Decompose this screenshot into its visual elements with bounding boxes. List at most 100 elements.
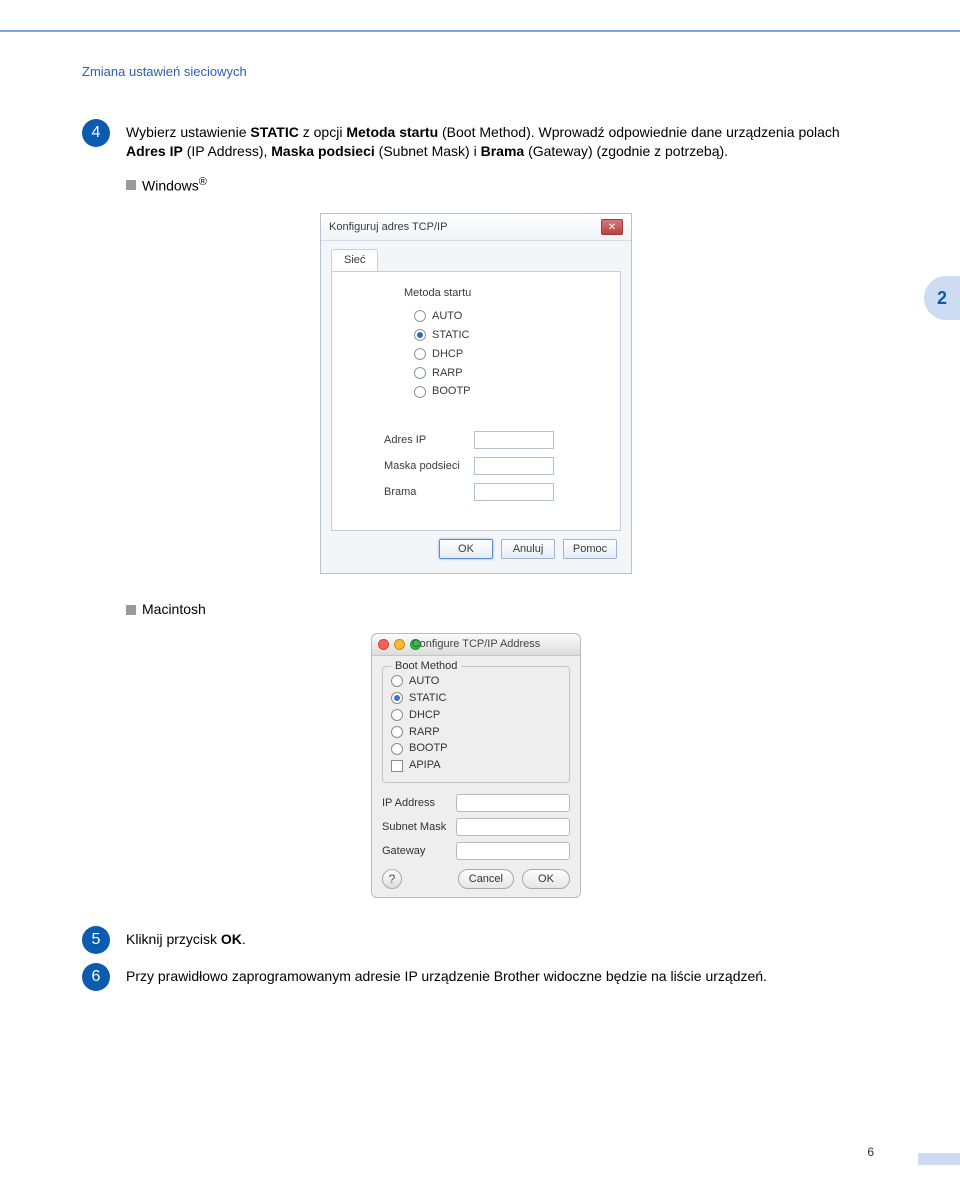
radio-label: BOOTP bbox=[409, 741, 448, 756]
ip-label: IP Address bbox=[382, 796, 456, 811]
radio-label: DHCP bbox=[409, 708, 440, 723]
step-number-5: 5 bbox=[82, 926, 110, 954]
os-mac-label: Macintosh bbox=[142, 600, 206, 619]
check-apipa[interactable]: APIPA bbox=[391, 757, 561, 774]
t: z opcji bbox=[299, 124, 346, 140]
t: (Boot Method). Wprowadź odpowiednie dane… bbox=[438, 124, 840, 140]
close-icon[interactable]: ✕ bbox=[601, 219, 623, 235]
mac-dialog: Configure TCP/IP Address Boot Method AUT… bbox=[371, 633, 581, 898]
t: Windows bbox=[142, 177, 199, 193]
mask-label: Maska podsieci bbox=[384, 459, 464, 474]
boot-method-legend: Boot Method bbox=[391, 659, 461, 674]
ok-button[interactable]: OK bbox=[439, 539, 493, 559]
os-windows-line: Windows® bbox=[82, 175, 870, 196]
radio-label: DHCP bbox=[432, 347, 463, 362]
cancel-button[interactable]: Anuluj bbox=[501, 539, 555, 559]
gateway-label: Gateway bbox=[382, 844, 456, 859]
windows-title-text: Konfiguruj adres TCP/IP bbox=[329, 220, 447, 235]
step-6-text: Przy prawidłowo zaprogramowanym adresie … bbox=[126, 963, 870, 986]
step-5-text: Kliknij przycisk OK. bbox=[126, 926, 870, 949]
tab-network[interactable]: Sieć bbox=[331, 249, 378, 271]
radio-bootp[interactable]: BOOTP bbox=[391, 740, 561, 757]
mac-titlebar: Configure TCP/IP Address bbox=[372, 634, 580, 656]
boot-method-label: Metoda startu bbox=[404, 286, 604, 301]
gateway-input[interactable] bbox=[456, 842, 570, 860]
registered-icon: ® bbox=[199, 176, 207, 188]
mac-title-text: Configure TCP/IP Address bbox=[372, 637, 580, 652]
bullet-icon bbox=[126, 180, 136, 190]
radio-label: STATIC bbox=[432, 328, 469, 343]
windows-button-row: OK Anuluj Pomoc bbox=[331, 531, 621, 563]
t: . bbox=[242, 931, 246, 947]
gw-field-row: Gateway bbox=[372, 839, 580, 863]
step-number-6: 6 bbox=[82, 963, 110, 991]
radio-label: STATIC bbox=[409, 691, 446, 706]
radio-dot-icon bbox=[394, 695, 400, 701]
help-icon[interactable]: ? bbox=[382, 869, 402, 889]
radio-icon bbox=[391, 726, 403, 738]
radio-label: AUTO bbox=[409, 674, 439, 689]
mask-input[interactable] bbox=[456, 818, 570, 836]
t: Wybierz ustawienie bbox=[126, 124, 250, 140]
t: (IP Address), bbox=[183, 143, 271, 159]
bullet-icon bbox=[126, 605, 136, 615]
chapter-tab: 2 bbox=[924, 276, 960, 320]
mask-field-row: Subnet Mask bbox=[372, 815, 580, 839]
step-4-text: Wybierz ustawienie STATIC z opcji Metoda… bbox=[126, 119, 870, 161]
mask-input[interactable] bbox=[474, 457, 554, 475]
boot-method-fieldset: Boot Method AUTO STATIC DHCP RARP BOOTP … bbox=[382, 666, 570, 783]
mac-button-row: ? Cancel OK bbox=[372, 863, 580, 889]
t: (Subnet Mask) i bbox=[375, 143, 481, 159]
footer-tab bbox=[918, 1153, 960, 1165]
check-label: APIPA bbox=[409, 758, 441, 773]
page-number: 6 bbox=[867, 1145, 874, 1159]
radio-label: RARP bbox=[432, 366, 463, 381]
top-margin bbox=[0, 0, 960, 15]
step-4: 4 Wybierz ustawienie STATIC z opcji Meto… bbox=[82, 119, 870, 161]
t: Metoda startu bbox=[346, 124, 438, 140]
gw-field-row: Brama bbox=[384, 479, 604, 505]
cancel-button[interactable]: Cancel bbox=[458, 869, 514, 889]
ip-input[interactable] bbox=[474, 431, 554, 449]
t: Kliknij przycisk bbox=[126, 931, 221, 947]
ip-field-row: IP Address bbox=[372, 791, 580, 815]
radio-icon bbox=[391, 743, 403, 755]
t: Maska podsieci bbox=[271, 143, 375, 159]
radio-bootp[interactable]: BOOTP bbox=[404, 382, 604, 401]
radio-dhcp[interactable]: DHCP bbox=[391, 707, 561, 724]
radio-auto[interactable]: AUTO bbox=[404, 307, 604, 326]
mask-field-row: Maska podsieci bbox=[384, 453, 604, 479]
radio-dhcp[interactable]: DHCP bbox=[404, 345, 604, 364]
t: (Gateway) (zgodnie z potrzebą). bbox=[524, 143, 728, 159]
radio-label: AUTO bbox=[432, 309, 462, 324]
radio-auto[interactable]: AUTO bbox=[391, 673, 561, 690]
radio-label: RARP bbox=[409, 725, 440, 740]
os-windows-label: Windows® bbox=[142, 175, 207, 196]
step-6: 6 Przy prawidłowo zaprogramowanym adresi… bbox=[82, 963, 870, 986]
radio-icon bbox=[414, 310, 426, 322]
radio-rarp[interactable]: RARP bbox=[391, 724, 561, 741]
windows-body: Sieć Metoda startu AUTO STATIC DHCP RARP… bbox=[321, 241, 631, 573]
radio-label: BOOTP bbox=[432, 384, 471, 399]
help-button[interactable]: Pomoc bbox=[563, 539, 617, 559]
step-5: 5 Kliknij przycisk OK. bbox=[82, 926, 870, 949]
ip-input[interactable] bbox=[456, 794, 570, 812]
mask-label: Subnet Mask bbox=[382, 820, 456, 835]
radio-icon bbox=[391, 709, 403, 721]
gateway-input[interactable] bbox=[474, 483, 554, 501]
page-content: 4 Wybierz ustawienie STATIC z opcji Meto… bbox=[0, 79, 960, 986]
step-number-4: 4 bbox=[82, 119, 110, 147]
ip-label: Adres IP bbox=[384, 433, 464, 448]
radio-dot-icon bbox=[417, 332, 423, 338]
os-mac-line: Macintosh bbox=[82, 600, 870, 619]
t: STATIC bbox=[250, 124, 298, 140]
radio-rarp[interactable]: RARP bbox=[404, 364, 604, 383]
radio-static[interactable]: STATIC bbox=[404, 326, 604, 345]
page-header: Zmiana ustawień sieciowych bbox=[0, 32, 960, 79]
ok-button[interactable]: OK bbox=[522, 869, 570, 889]
checkbox-icon bbox=[391, 760, 403, 772]
radio-icon bbox=[414, 367, 426, 379]
t: Adres IP bbox=[126, 143, 183, 159]
radio-static[interactable]: STATIC bbox=[391, 690, 561, 707]
tab-row: Sieć bbox=[331, 249, 621, 271]
